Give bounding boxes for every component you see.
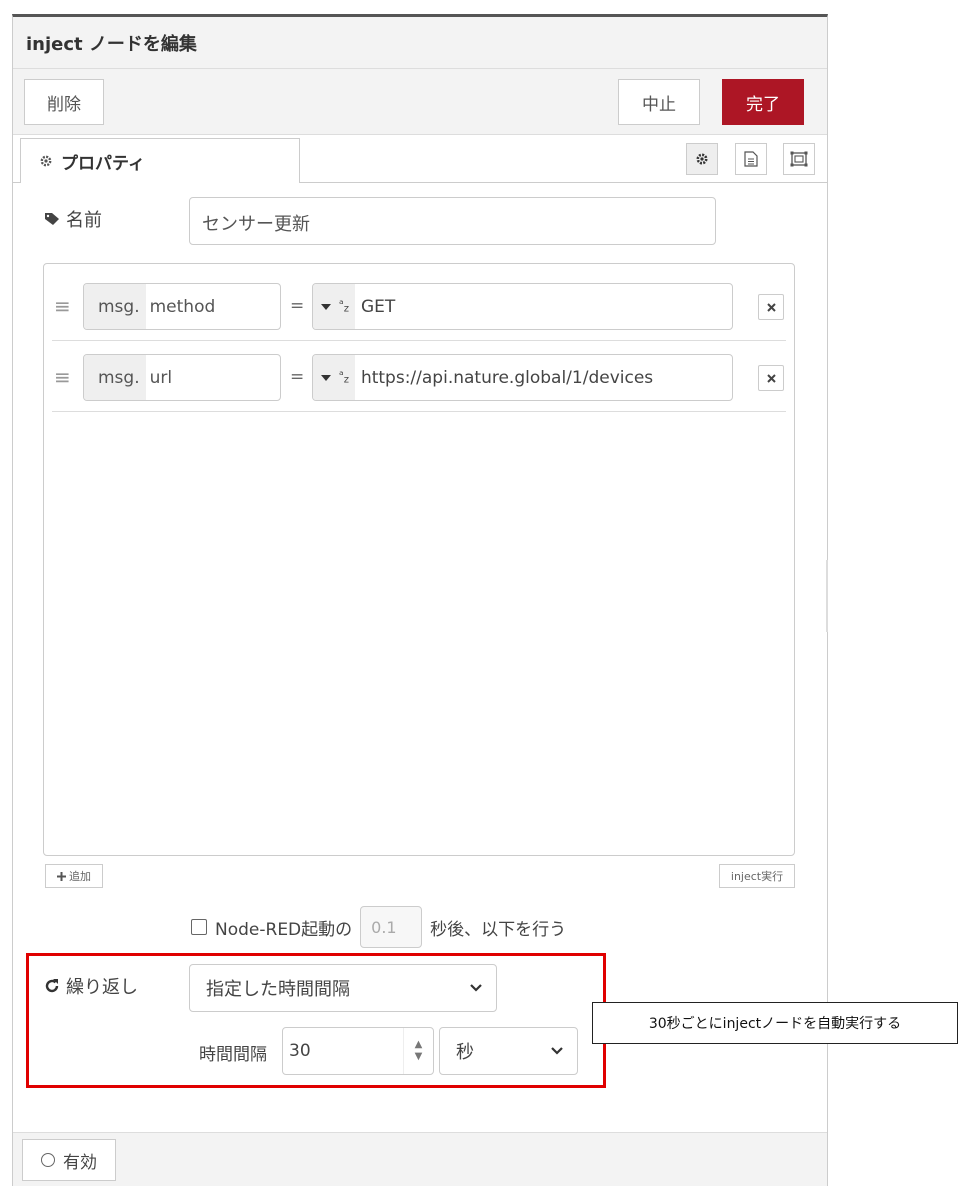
- caret-down-icon: [321, 374, 331, 381]
- dialog-title: inject ノードを編集: [26, 34, 197, 55]
- repeat-icon: [45, 979, 59, 993]
- property-value-field[interactable]: ᵃz https://api.nature.global/1/devices: [312, 354, 733, 401]
- interval-unit-value: 秒: [456, 1042, 474, 1063]
- interval-stepper[interactable]: ▲ ▼: [403, 1028, 433, 1074]
- string-type-icon: ᵃz: [339, 297, 349, 315]
- equals-sign: =: [290, 296, 305, 316]
- interval-value: 30: [289, 1041, 311, 1061]
- circle-icon: [41, 1153, 55, 1167]
- property-key-field[interactable]: msg. url: [83, 354, 281, 401]
- interval-input[interactable]: 30 ▲ ▼: [282, 1027, 434, 1075]
- remove-row-button[interactable]: [758, 365, 784, 391]
- dialog-footer: [13, 1132, 827, 1186]
- inject-once-label: Node-RED起動の: [215, 919, 353, 940]
- msg-prefix: msg.: [84, 284, 146, 329]
- caret-down-icon: [321, 303, 331, 310]
- name-label-text: 名前: [66, 210, 102, 231]
- property-key-field[interactable]: msg. method: [83, 283, 281, 330]
- type-selector[interactable]: ᵃz: [313, 355, 355, 400]
- annotation-callout: 30秒ごとにinjectノードを自動実行する: [592, 1002, 958, 1044]
- gear-icon: [696, 153, 708, 165]
- tag-icon: [45, 213, 59, 225]
- resize-handle[interactable]: [826, 560, 828, 632]
- plus-icon: [57, 871, 66, 881]
- inject-once-row: Node-RED起動の 0.1 秒後、以下を行う: [191, 906, 566, 948]
- property-value: https://api.nature.global/1/devices: [360, 367, 654, 388]
- repeat-label-text: 繰り返し: [66, 977, 138, 998]
- increment-icon[interactable]: ▲: [415, 1039, 423, 1051]
- enable-toggle-button[interactable]: 有効: [22, 1139, 116, 1181]
- repeat-label: 繰り返し: [44, 973, 138, 999]
- add-property-button[interactable]: 追加: [45, 864, 103, 888]
- interval-unit-select[interactable]: 秒: [439, 1027, 578, 1075]
- name-label: 名前: [44, 206, 102, 232]
- msg-prefix: msg.: [84, 355, 146, 400]
- equals-sign: =: [290, 367, 305, 387]
- appearance-tab-button[interactable]: [783, 143, 815, 175]
- drag-handle-icon[interactable]: ≡: [54, 365, 71, 389]
- delete-button[interactable]: 削除: [24, 79, 104, 125]
- property-key-value: url: [149, 367, 173, 388]
- gear-icon: [40, 155, 52, 167]
- property-value: GET: [360, 296, 396, 317]
- interval-label: 時間間隔: [199, 1045, 267, 1065]
- file-text-icon: [744, 151, 758, 167]
- done-button[interactable]: 完了: [722, 79, 804, 125]
- once-delay-input[interactable]: 0.1: [360, 906, 423, 948]
- property-value-field[interactable]: ᵃz GET: [312, 283, 733, 330]
- dialog-toolbar: [13, 69, 827, 135]
- cancel-button[interactable]: 中止: [618, 79, 700, 125]
- tab-properties-label: プロパティ: [61, 153, 145, 174]
- string-type-icon: ᵃz: [339, 368, 349, 386]
- inject-now-button[interactable]: inject実行: [719, 864, 795, 888]
- drag-handle-icon[interactable]: ≡: [54, 294, 71, 318]
- repeat-mode-select[interactable]: 指定した時間間隔: [189, 964, 497, 1012]
- close-icon: [766, 373, 776, 383]
- property-key-value: method: [149, 296, 216, 317]
- close-icon: [766, 302, 776, 312]
- chevron-down-icon: [551, 1047, 563, 1055]
- tab-properties[interactable]: プロパティ: [20, 138, 300, 183]
- inject-once-checkbox[interactable]: [191, 919, 207, 935]
- enable-label: 有効: [63, 1152, 97, 1173]
- remove-row-button[interactable]: [758, 294, 784, 320]
- settings-tab-button[interactable]: [686, 143, 718, 175]
- once-delay-suffix: 秒後、以下を行う: [430, 919, 567, 940]
- description-tab-button[interactable]: [735, 143, 767, 175]
- object-ungroup-icon: [790, 151, 808, 167]
- repeat-mode-value: 指定した時間間隔: [206, 979, 350, 1000]
- add-property-label: 追加: [69, 870, 91, 883]
- decrement-icon[interactable]: ▼: [415, 1051, 423, 1063]
- name-input[interactable]: センサー更新: [189, 197, 716, 245]
- chevron-down-icon: [470, 984, 482, 992]
- type-selector[interactable]: ᵃz: [313, 284, 355, 329]
